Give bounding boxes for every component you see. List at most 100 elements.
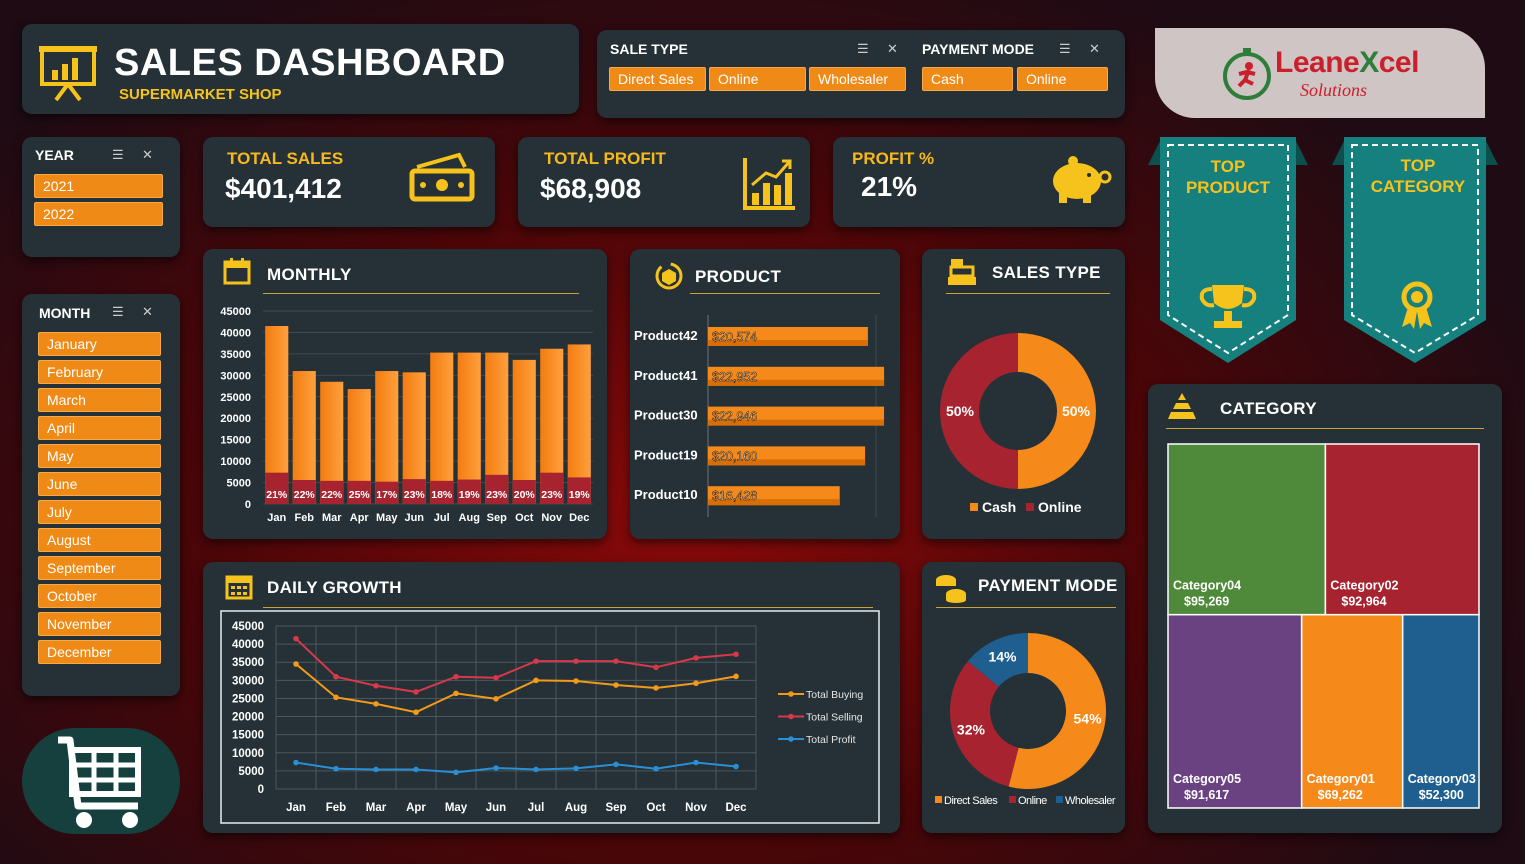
monthly-panel: MONTHLY 0 5000 10000 15000 20000 25000 30000 35…: [203, 249, 607, 539]
data-point: [493, 674, 499, 681]
data-point: [653, 765, 659, 772]
x-tick-label: Feb: [326, 802, 346, 814]
x-tick-label: Nov: [685, 802, 707, 814]
month-option-december[interactable]: December: [38, 640, 161, 664]
product-panel: PRODUCT Product42 $20,574 Product41 $22,952…: [630, 249, 900, 539]
month-option-february[interactable]: February: [38, 360, 161, 384]
tile-category-label: Category05: [1173, 772, 1241, 786]
y-tick-label: 30000: [220, 370, 251, 382]
month-option-june[interactable]: June: [38, 472, 161, 496]
x-tick-label: Jul: [528, 802, 545, 814]
kpi-value: $68,908: [540, 173, 642, 204]
month-option-may[interactable]: May: [38, 444, 161, 468]
data-point: [693, 759, 699, 766]
data-point: [373, 766, 379, 773]
sale-type-option-direct[interactable]: Direct Sales: [609, 67, 706, 91]
sale-type-option-wholesaler[interactable]: Wholesaler: [809, 67, 906, 91]
x-tick-label: Mar: [366, 802, 387, 814]
shopping-cart-icon: [58, 736, 141, 828]
data-point: [613, 658, 619, 664]
multi-select-icon[interactable]: ☰: [112, 147, 134, 163]
y-tick-label: 35000: [220, 349, 251, 361]
multi-select-icon[interactable]: ☰: [112, 304, 134, 320]
kpi-label: PROFIT %: [852, 149, 935, 168]
year-option-2022[interactable]: 2022: [34, 202, 163, 226]
profit-pct-label: 23%: [541, 489, 563, 501]
clear-filter-icon[interactable]: ✕: [142, 147, 163, 163]
legend-label: Wholesaler: [1065, 795, 1116, 807]
x-tick-label: Sep: [487, 512, 507, 524]
kpi-total-profit: TOTAL PROFIT $68,908: [518, 137, 810, 227]
data-point: [413, 766, 419, 773]
multi-select-icon[interactable]: ☰: [857, 41, 879, 57]
legend-marker: [788, 691, 794, 697]
presentation-chart-icon: [39, 46, 97, 102]
category-panel: CATEGORY Category04 $95,269 Category02 $92,…: [1148, 384, 1502, 833]
dashboard-subtitle: SUPERMARKET SHOP: [119, 86, 282, 103]
data-point: [573, 678, 579, 684]
payment-option-online[interactable]: Online: [1017, 67, 1108, 91]
data-point: [293, 759, 299, 766]
data-point: [613, 682, 619, 688]
y-tick-label: 25000: [220, 392, 251, 404]
data-point: [533, 658, 539, 664]
data-point: [493, 696, 499, 702]
y-tick-label: 45000: [220, 306, 251, 318]
product-value-label: $20,574: [712, 330, 757, 344]
month-option-august[interactable]: August: [38, 528, 161, 552]
cart-badge: [22, 728, 180, 834]
product-value-label: $16,428: [712, 489, 757, 503]
y-tick-label: 5000: [238, 766, 264, 778]
sales-type-donut: 50% 50% Cash Online: [940, 333, 1096, 515]
kpi-value: 21%: [861, 171, 918, 202]
x-tick-label: Jul: [434, 512, 450, 524]
data-point: [333, 694, 339, 701]
month-option-september[interactable]: September: [38, 556, 161, 580]
product-label: Product19: [634, 447, 698, 462]
profit-pct-label: 23%: [486, 489, 508, 501]
data-point: [293, 635, 299, 642]
data-point: [413, 689, 419, 695]
month-option-july[interactable]: July: [38, 500, 161, 524]
clear-filter-icon[interactable]: ✕: [887, 41, 908, 57]
data-point: [453, 673, 459, 680]
x-tick-label: Jan: [267, 512, 286, 524]
payment-option-cash[interactable]: Cash: [922, 67, 1013, 91]
product-label: Product30: [634, 408, 698, 423]
year-option-2021[interactable]: 2021: [34, 174, 163, 198]
legend-label: Direct Sales: [944, 795, 998, 807]
legend-marker: [788, 713, 794, 720]
month-slicer-label: MONTH: [39, 305, 91, 321]
year-slicer: YEAR ☰ ✕ 2021 2022: [22, 137, 180, 257]
payment-mode-donut: 54% 32% 14% Direct Sales Online Wholesaler: [935, 633, 1116, 807]
slice-label: 32%: [957, 722, 986, 738]
month-option-october[interactable]: October: [38, 584, 161, 608]
data-point: [533, 677, 539, 684]
slice-label: 54%: [1074, 711, 1103, 727]
product-chart: Product42 $20,574 Product41 $22,952 Product3…: [634, 315, 885, 517]
clear-filter-icon[interactable]: ✕: [1089, 41, 1110, 57]
top-slicers-panel: SALE TYPE ☰ ✕ Direct Sales Online Wholes…: [597, 30, 1125, 118]
slice-label: 14%: [988, 649, 1017, 665]
month-option-march[interactable]: March: [38, 388, 161, 412]
sale-type-option-online[interactable]: Online: [709, 67, 806, 91]
month-option-april[interactable]: April: [38, 416, 161, 440]
month-option-november[interactable]: November: [38, 612, 161, 636]
kpi-total-sales: TOTAL SALES $401,412: [203, 137, 495, 227]
legend-label: Total Selling: [806, 712, 863, 724]
x-tick-label: Aug: [565, 802, 587, 814]
clear-filter-icon[interactable]: ✕: [142, 304, 163, 320]
y-tick-label: 15000: [220, 435, 251, 447]
month-option-january[interactable]: January: [38, 332, 161, 356]
year-slicer-label: YEAR: [35, 147, 74, 163]
product-label: Product42: [634, 328, 698, 343]
data-point: [733, 673, 739, 680]
company-logo: LeaneXcel Solutions: [1155, 28, 1485, 118]
multi-select-icon[interactable]: ☰: [1059, 41, 1081, 57]
y-tick-label: 20000: [232, 712, 264, 724]
y-tick-label: 45000: [232, 621, 264, 633]
slice-label: 50%: [1062, 403, 1091, 419]
tile-value-label: $69,262: [1318, 788, 1363, 802]
y-tick-label: 40000: [220, 327, 251, 339]
legend-swatch: [1056, 796, 1063, 803]
